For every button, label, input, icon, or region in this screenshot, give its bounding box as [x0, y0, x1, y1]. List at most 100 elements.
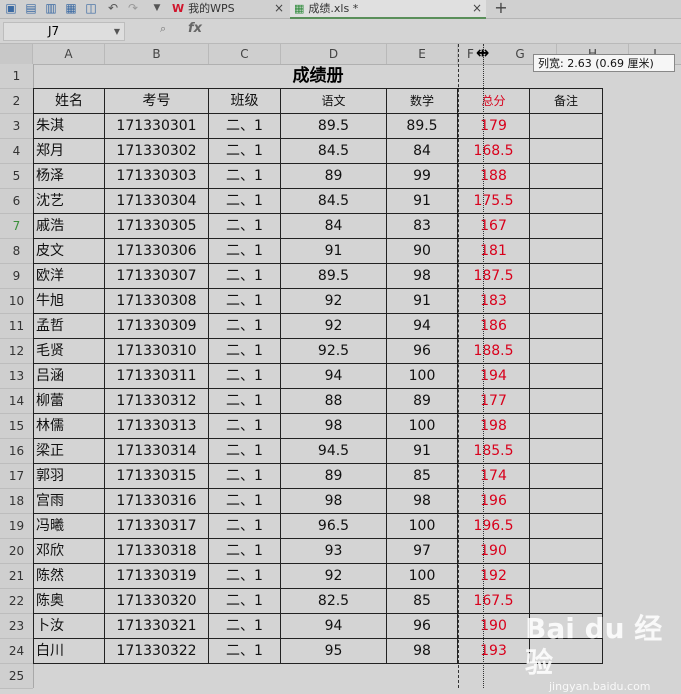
cell-class[interactable]: 二、1 — [209, 514, 281, 539]
cell-math[interactable]: 84 — [387, 139, 458, 164]
cell-class[interactable]: 二、1 — [209, 589, 281, 614]
cell-math[interactable]: 85 — [387, 589, 458, 614]
cell-name[interactable]: 郭羽 — [33, 464, 105, 489]
cell-chinese[interactable]: 94 — [281, 614, 387, 639]
cell-chinese[interactable]: 93 — [281, 539, 387, 564]
cell-math[interactable]: 85 — [387, 464, 458, 489]
cell-chinese[interactable]: 82.5 — [281, 589, 387, 614]
cell-math[interactable]: 91 — [387, 289, 458, 314]
cell-name[interactable]: 宫雨 — [33, 489, 105, 514]
cell-math[interactable]: 98 — [387, 264, 458, 289]
cell-math[interactable]: 89 — [387, 389, 458, 414]
cell-exam-id[interactable]: 171330309 — [105, 314, 209, 339]
column-header-a[interactable]: A — [33, 44, 105, 64]
row-header[interactable]: 2 — [0, 89, 33, 114]
cell-total[interactable]: 181 — [458, 239, 530, 264]
cell-exam-id[interactable]: 171330319 — [105, 564, 209, 589]
cell-chinese[interactable]: 94.5 — [281, 439, 387, 464]
cell-total[interactable]: 185.5 — [458, 439, 530, 464]
cell-math[interactable]: 96 — [387, 339, 458, 364]
cell-exam-id[interactable]: 171330310 — [105, 339, 209, 364]
row-header[interactable]: 3 — [0, 114, 33, 139]
tab-my-wps[interactable]: W 我的WPS × — [172, 0, 284, 17]
cell-total[interactable]: 168.5 — [458, 139, 530, 164]
export-pdf-icon[interactable]: ▥ — [44, 1, 58, 15]
cell-class[interactable]: 二、1 — [209, 539, 281, 564]
cell-chinese[interactable]: 98 — [281, 414, 387, 439]
cell-total[interactable]: 190 — [458, 614, 530, 639]
cell-exam-id[interactable]: 171330304 — [105, 189, 209, 214]
cell-exam-id[interactable]: 171330313 — [105, 414, 209, 439]
cell-remark[interactable] — [530, 139, 603, 164]
worksheet-grid[interactable]: 成绩册 姓名 考号 班级 语文 数学 总分 备注 朱淇 171330301 二、1 89.5 89.5… — [33, 64, 681, 688]
cell-total[interactable]: 193 — [458, 639, 530, 664]
cell-chinese[interactable]: 92.5 — [281, 339, 387, 364]
cell-name[interactable]: 皮文 — [33, 239, 105, 264]
cell-total[interactable]: 198 — [458, 414, 530, 439]
row-header[interactable]: 10 — [0, 289, 33, 314]
cell-name[interactable]: 朱淇 — [33, 114, 105, 139]
header-cell-chinese[interactable]: 语文 — [281, 89, 387, 114]
row-header[interactable]: 24 — [0, 639, 33, 664]
open-folder-icon[interactable]: ▣ — [4, 1, 18, 15]
new-tab-button[interactable]: + — [494, 0, 508, 16]
cell-math[interactable]: 99 — [387, 164, 458, 189]
cell-remark[interactable] — [530, 339, 603, 364]
row-header[interactable]: 11 — [0, 314, 33, 339]
cell-name[interactable]: 牛旭 — [33, 289, 105, 314]
zoom-icon[interactable]: ⌕ — [160, 22, 166, 36]
row-header[interactable]: 17 — [0, 464, 33, 489]
cell-name[interactable]: 林儒 — [33, 414, 105, 439]
cell-name[interactable]: 郑月 — [33, 139, 105, 164]
cell-name[interactable]: 欧洋 — [33, 264, 105, 289]
cell-class[interactable]: 二、1 — [209, 139, 281, 164]
cell-math[interactable]: 97 — [387, 539, 458, 564]
cell-exam-id[interactable]: 171330320 — [105, 589, 209, 614]
cell-name[interactable]: 吕涵 — [33, 364, 105, 389]
cell-class[interactable]: 二、1 — [209, 189, 281, 214]
row-header[interactable]: 13 — [0, 364, 33, 389]
print-preview-icon[interactable]: ◫ — [84, 1, 98, 15]
cell-name[interactable]: 孟哲 — [33, 314, 105, 339]
column-header-d[interactable]: D — [281, 44, 387, 64]
cell-class[interactable]: 二、1 — [209, 314, 281, 339]
save-icon[interactable]: ▤ — [24, 1, 38, 15]
cell-exam-id[interactable]: 171330305 — [105, 214, 209, 239]
name-box[interactable]: J7 ▼ — [3, 22, 125, 41]
select-all-corner[interactable] — [0, 44, 33, 64]
cell-chinese[interactable]: 92 — [281, 564, 387, 589]
row-header[interactable]: 1 — [0, 64, 33, 89]
cell-remark[interactable] — [530, 464, 603, 489]
cell-class[interactable]: 二、1 — [209, 264, 281, 289]
cell-remark[interactable] — [530, 514, 603, 539]
column-header-e[interactable]: E — [387, 44, 458, 64]
cell-class[interactable]: 二、1 — [209, 289, 281, 314]
chevron-down-icon[interactable]: ▼ — [114, 23, 120, 40]
cell-math[interactable]: 91 — [387, 439, 458, 464]
cell-total[interactable]: 175.5 — [458, 189, 530, 214]
row-header[interactable]: 15 — [0, 414, 33, 439]
row-header[interactable]: 20 — [0, 539, 33, 564]
cell-chinese[interactable]: 96.5 — [281, 514, 387, 539]
cell-remark[interactable] — [530, 289, 603, 314]
tab-chengji-xls[interactable]: ▦ 成绩.xls * × — [290, 0, 486, 19]
fx-icon[interactable]: fx — [188, 21, 202, 36]
cell-remark[interactable] — [530, 389, 603, 414]
cell-exam-id[interactable]: 171330308 — [105, 289, 209, 314]
row-header[interactable]: 25 — [0, 664, 33, 689]
cell-class[interactable]: 二、1 — [209, 164, 281, 189]
cell-total[interactable]: 187.5 — [458, 264, 530, 289]
cell-math[interactable]: 96 — [387, 614, 458, 639]
cell-exam-id[interactable]: 171330301 — [105, 114, 209, 139]
cell-math[interactable]: 98 — [387, 489, 458, 514]
cell-name[interactable]: 杨泽 — [33, 164, 105, 189]
cell-total[interactable]: 179 — [458, 114, 530, 139]
cell-total[interactable]: 183 — [458, 289, 530, 314]
cell-total[interactable]: 177 — [458, 389, 530, 414]
cell-total[interactable]: 194 — [458, 364, 530, 389]
cell-class[interactable]: 二、1 — [209, 564, 281, 589]
close-tab-icon[interactable]: × — [472, 0, 482, 17]
cell-class[interactable]: 二、1 — [209, 364, 281, 389]
cell-remark[interactable] — [530, 314, 603, 339]
cell-chinese[interactable]: 88 — [281, 389, 387, 414]
